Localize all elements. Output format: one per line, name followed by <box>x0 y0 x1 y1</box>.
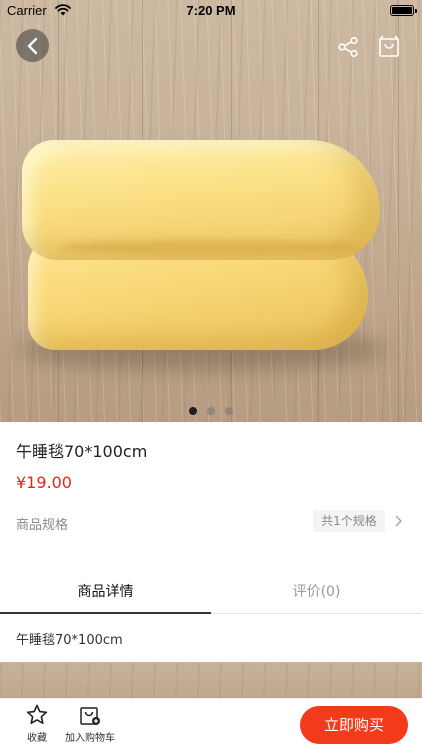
carousel-dot[interactable] <box>189 407 197 415</box>
shopping-bag-icon[interactable] <box>377 34 401 58</box>
buy-now-button[interactable]: 立即购买 <box>300 706 408 744</box>
favorite-label: 收藏 <box>27 733 47 744</box>
product-price: ¥19.00 <box>16 473 72 492</box>
detail-tabs: 商品详情 评价(0) <box>0 574 422 614</box>
details-text: 午睡毯70*100cm <box>16 633 123 648</box>
chevron-left-icon <box>27 37 37 54</box>
floor-plank-line <box>398 0 399 422</box>
bottom-action-bar: 收藏 加入购物车 立即购买 <box>0 698 422 750</box>
tab-product-details[interactable]: 商品详情 <box>0 574 211 614</box>
carousel-indicator <box>0 407 422 415</box>
carousel-dot[interactable] <box>207 407 215 415</box>
tab-reviews[interactable]: 评价(0) <box>211 574 422 614</box>
star-icon <box>26 704 48 724</box>
chevron-right-icon[interactable] <box>393 514 403 528</box>
battery-icon <box>390 5 417 16</box>
blanket-fold <box>60 240 360 254</box>
share-icon[interactable] <box>337 36 359 58</box>
cart-icon <box>80 707 100 725</box>
clock: 7:20 PM <box>186 3 236 18</box>
product-image[interactable] <box>0 0 422 422</box>
carousel-dot[interactable] <box>225 407 233 415</box>
cart-label: 加入购物车 <box>65 733 115 744</box>
section-spacer <box>0 548 422 574</box>
status-bar: Carrier 7:20 PM <box>0 0 422 22</box>
spec-selector[interactable]: 共1个规格 <box>313 510 385 532</box>
add-to-cart-button[interactable]: 加入购物车 <box>60 703 120 744</box>
details-image <box>0 662 422 702</box>
favorite-button[interactable]: 收藏 <box>20 703 54 744</box>
spec-label: 商品规格 <box>16 518 69 533</box>
back-button[interactable] <box>16 29 49 62</box>
product-title: 午睡毯70*100cm <box>16 442 148 461</box>
